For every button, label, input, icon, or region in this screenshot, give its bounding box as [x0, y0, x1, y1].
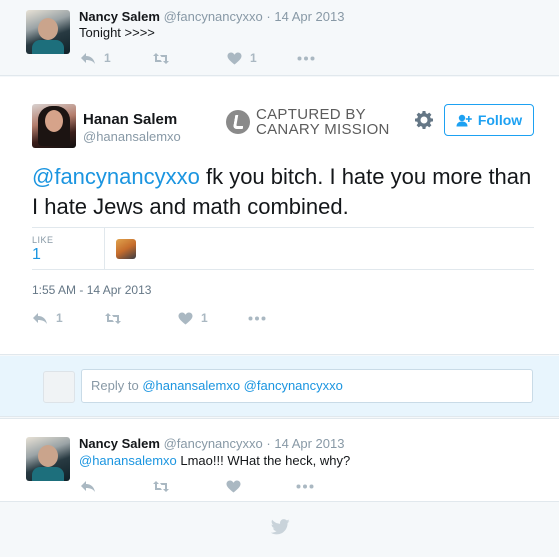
more-icon — [297, 56, 315, 60]
reply-icon — [81, 52, 95, 64]
tweet-body: Lmao!!! WHat the heck, why? — [176, 453, 351, 468]
reply-icon — [33, 312, 47, 324]
tweet-header: Nancy Salem @fancynancyxxo · 14 Apr 2013 — [79, 436, 344, 451]
heart-icon — [227, 52, 242, 64]
reply-button[interactable]: 1 — [32, 311, 104, 325]
reply-prefix: Reply to — [91, 378, 143, 393]
like-stat-value[interactable]: 1 — [32, 246, 41, 264]
divider — [104, 228, 105, 269]
author-handle[interactable]: @fancynancyxxo — [164, 436, 263, 451]
tweet-actions — [80, 478, 314, 494]
like-button[interactable] — [226, 480, 296, 493]
reply-icon — [81, 480, 95, 492]
separator: · — [266, 9, 271, 24]
retweet-button[interactable] — [104, 312, 178, 325]
tweet-text: @hanansalemxo Lmao!!! WHat the heck, why… — [79, 453, 350, 468]
heart-icon — [226, 480, 241, 492]
tweet-top: Nancy Salem @fancynancyxxo · 14 Apr 2013… — [0, 0, 559, 76]
reply-button[interactable]: 1 — [80, 51, 152, 65]
reply-input[interactable]: Reply to @hanansalemxo @fancynancyxxo — [81, 369, 533, 403]
retweet-icon — [105, 312, 121, 324]
avatar[interactable] — [26, 10, 70, 54]
mention-link[interactable]: @hanansalemxo — [79, 453, 177, 468]
retweet-button[interactable] — [152, 52, 227, 65]
canary-mission-watermark: CAPTURED BY CANARY MISSION — [226, 107, 390, 137]
footer — [0, 503, 559, 557]
canary-text: CAPTURED BY CANARY MISSION — [256, 107, 390, 137]
more-button[interactable] — [297, 56, 315, 61]
gear-icon[interactable] — [414, 110, 434, 130]
more-icon — [296, 484, 314, 488]
canary-line-1: CAPTURED BY — [256, 106, 366, 123]
reply-tweet: Nancy Salem @fancynancyxxo · 14 Apr 2013… — [0, 418, 559, 502]
twitter-bird-icon[interactable] — [271, 519, 290, 535]
tweet-text: Tonight >>>> — [79, 25, 155, 40]
retweet-icon — [153, 480, 169, 492]
more-icon — [248, 316, 266, 320]
like-button[interactable]: 1 — [227, 51, 297, 65]
add-user-icon — [456, 114, 472, 126]
like-button[interactable]: 1 — [178, 311, 248, 325]
like-count: 1 — [250, 51, 257, 65]
avatar[interactable] — [32, 104, 76, 148]
canary-line-2: CANARY MISSION — [256, 121, 390, 138]
tweet-text: @fancynancyxxo fk you bitch. I hate you … — [32, 162, 532, 222]
reply-mentions: @hanansalemxo @fancynancyxxo — [142, 378, 343, 393]
retweet-button[interactable] — [152, 480, 226, 493]
mention-link[interactable]: @fancynancyxxo — [32, 164, 200, 189]
tweet-actions: 1 1 — [32, 310, 266, 326]
tweet-date[interactable]: 14 Apr 2013 — [274, 9, 344, 24]
avatar[interactable] — [26, 437, 70, 481]
reply-composer: Reply to @hanansalemxo @fancynancyxxo — [0, 356, 559, 417]
reply-count: 1 — [104, 51, 111, 65]
more-button[interactable] — [248, 316, 266, 321]
separator: · — [266, 436, 271, 451]
retweet-icon — [153, 52, 169, 64]
like-stat-label: LIKE — [32, 235, 54, 245]
canary-logo-icon — [226, 110, 250, 134]
author-name[interactable]: Hanan Salem — [83, 111, 177, 128]
main-tweet: Hanan Salem @hanansalemxo CAPTURED BY CA… — [0, 77, 559, 355]
tweet-header: Nancy Salem @fancynancyxxo · 14 Apr 2013 — [79, 9, 344, 24]
reply-count: 1 — [56, 311, 63, 325]
tweet-timestamp[interactable]: 1:55 AM - 14 Apr 2013 — [32, 283, 151, 297]
author-name[interactable]: Nancy Salem — [79, 436, 160, 451]
like-count: 1 — [201, 311, 208, 325]
avatar — [43, 371, 75, 403]
more-button[interactable] — [296, 484, 314, 489]
author-handle[interactable]: @hanansalemxo — [83, 129, 181, 144]
reply-button[interactable] — [80, 480, 152, 493]
liker-avatar[interactable] — [116, 239, 136, 259]
tweet-actions: 1 1 — [80, 50, 315, 66]
author-name[interactable]: Nancy Salem — [79, 9, 160, 24]
follow-label: Follow — [477, 112, 523, 128]
tweet-date[interactable]: 14 Apr 2013 — [274, 436, 344, 451]
tweet-stats: LIKE 1 — [32, 227, 534, 270]
author-handle[interactable]: @fancynancyxxo — [164, 9, 263, 24]
follow-button[interactable]: Follow — [444, 104, 534, 136]
heart-icon — [178, 312, 193, 324]
